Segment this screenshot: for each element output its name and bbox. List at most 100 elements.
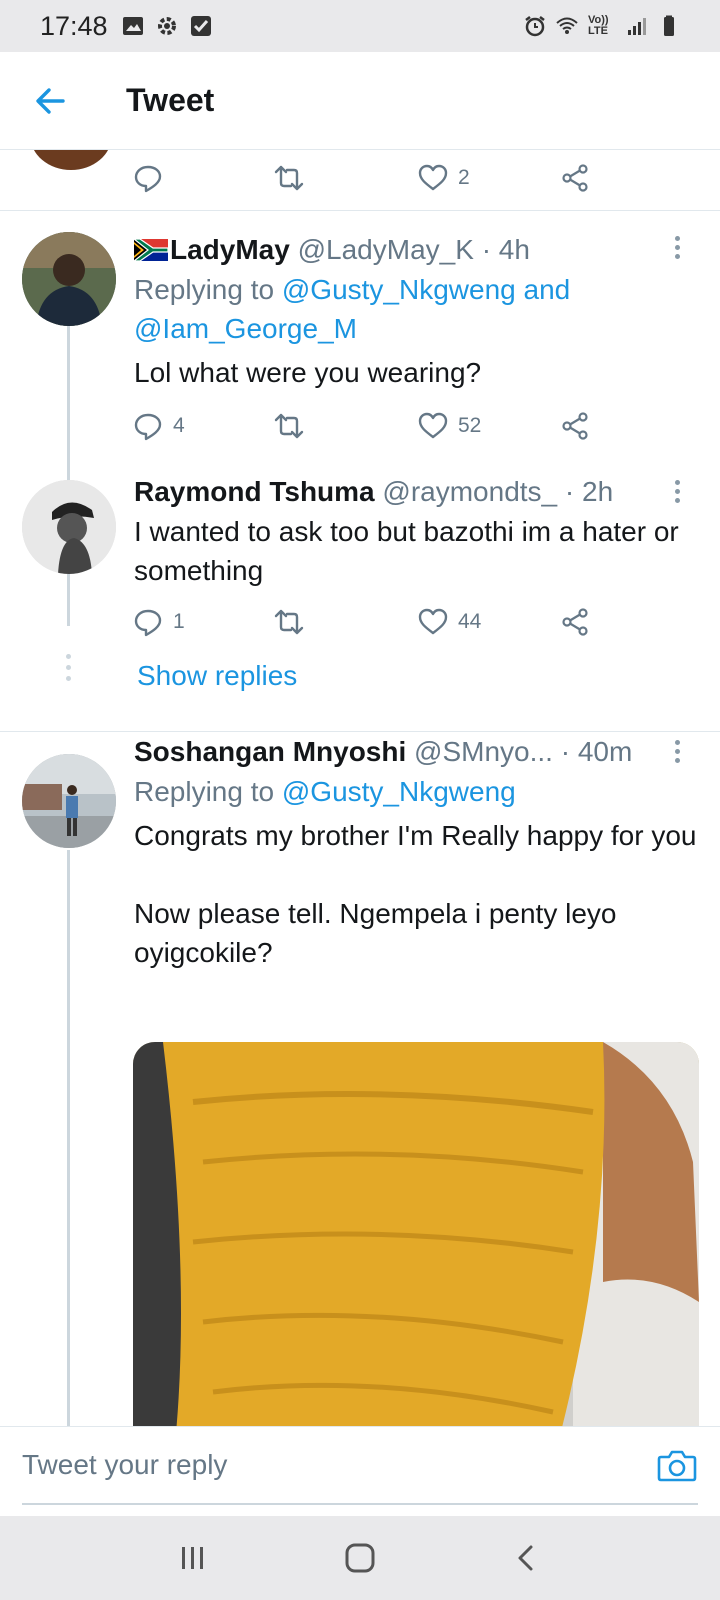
thread-more-dots [66, 654, 71, 687]
divider [0, 731, 720, 732]
camera-button[interactable] [656, 1445, 698, 1487]
reply-button[interactable] [133, 158, 163, 198]
replying-to: Replying to @Gusty_Nkgweng and @Iam_Geor… [134, 270, 694, 348]
retweet-icon [274, 413, 304, 439]
avatar-photo [22, 480, 116, 574]
tweet-actions-previous: 2 [0, 158, 720, 198]
tweet-text: Congrats my brother I'm Really happy for… [134, 820, 697, 968]
reply-count: 1 [173, 610, 185, 633]
app-header: Tweet [0, 52, 720, 150]
tweet-media-image[interactable] [133, 1042, 699, 1426]
recents-button[interactable] [163, 1528, 223, 1588]
share-button[interactable] [560, 158, 590, 198]
back-button[interactable] [20, 71, 80, 131]
status-system-icons: Vo)) LTE [524, 15, 680, 37]
tweet-time: · 4h [481, 234, 530, 265]
home-icon [345, 1543, 375, 1573]
author-handle[interactable]: @SMnyo... [414, 736, 553, 767]
system-nav-bar [0, 1516, 720, 1600]
settings-gear-icon [157, 17, 176, 35]
tweet-time: · 40m [560, 736, 633, 767]
like-button[interactable]: 2 [418, 158, 470, 198]
reply-icon [134, 165, 162, 193]
divider [0, 210, 720, 211]
tweet-time: · 2h [564, 476, 614, 507]
replying-prefix: Replying to [134, 776, 282, 807]
reply-input[interactable] [22, 1427, 622, 1503]
retweet-button[interactable] [274, 406, 304, 446]
tweet-actions: 1 44 [0, 602, 720, 642]
share-icon [562, 412, 588, 440]
tweet-header: Raymond Tshuma @raymondts_ · 2h [134, 474, 660, 510]
tweet-actions: 4 52 [0, 406, 720, 446]
like-count: 2 [458, 166, 470, 189]
author-handle[interactable]: @raymondts_ [382, 476, 557, 507]
avatar-photo [22, 754, 116, 848]
reply-composer [0, 1426, 720, 1516]
back-nav-icon [518, 1545, 533, 1571]
author-name[interactable]: Raymond Tshuma [134, 476, 375, 507]
retweet-icon [274, 165, 304, 191]
status-bar: 17:48 Vo)) LTE [0, 0, 720, 52]
input-underline [22, 1503, 698, 1505]
like-count: 52 [458, 414, 482, 437]
gallery-icon [122, 17, 143, 35]
avatar-soshangan[interactable] [22, 754, 116, 848]
heart-icon [418, 164, 448, 191]
share-button[interactable] [560, 602, 590, 642]
more-options-button[interactable] [662, 736, 692, 766]
page-title: Tweet [126, 82, 215, 118]
reply-count: 4 [173, 414, 185, 437]
retweet-icon [274, 609, 304, 635]
camera-icon [657, 1450, 697, 1482]
reply-button[interactable]: 1 [133, 602, 185, 642]
author-handle[interactable]: @LadyMay_K [298, 234, 474, 265]
status-notification-icons [122, 15, 212, 37]
thread-connector [67, 326, 70, 626]
more-options-button[interactable] [662, 476, 692, 506]
share-icon [562, 608, 588, 636]
share-button[interactable] [560, 406, 590, 446]
tweet-thread[interactable]: 2 LadyMay @LadyMay_K · 4h Replying to @G… [0, 150, 720, 1426]
avatar-photo [22, 232, 116, 326]
heart-icon [418, 608, 448, 635]
mention-link[interactable]: @Gusty_Nkgweng [282, 274, 516, 305]
show-replies-link[interactable]: Show replies [137, 660, 297, 692]
like-count: 44 [458, 610, 482, 633]
reply-button[interactable]: 4 [133, 406, 185, 446]
replying-joiner: and [515, 274, 571, 305]
tweet-header: LadyMay @LadyMay_K · 4h [134, 232, 660, 268]
author-name[interactable]: Soshangan Mnyoshi [134, 736, 406, 767]
replying-prefix: Replying to [134, 274, 282, 305]
avatar-raymond[interactable] [22, 480, 116, 574]
replying-to: Replying to @Gusty_Nkgweng [134, 772, 694, 811]
heart-icon [418, 412, 448, 439]
tweet-header: Soshangan Mnyoshi @SMnyo... · 40m [134, 734, 660, 770]
signal-icon [628, 18, 646, 35]
avatar-ladymay[interactable] [22, 232, 116, 326]
home-button[interactable] [330, 1528, 390, 1588]
mention-link[interactable]: @Gusty_Nkgweng [282, 776, 516, 807]
share-icon [562, 164, 588, 192]
reply-icon [134, 609, 162, 637]
thread-connector [67, 850, 70, 1426]
more-options-button[interactable] [662, 232, 692, 262]
reply-icon [134, 413, 162, 441]
battery-icon [664, 15, 674, 36]
mention-link[interactable]: @Iam_George_M [134, 313, 357, 344]
author-name[interactable]: LadyMay [170, 234, 290, 265]
recents-icon [182, 1547, 204, 1569]
like-button[interactable]: 52 [418, 406, 481, 446]
flag-icon [134, 234, 169, 262]
like-button[interactable]: 44 [418, 602, 481, 642]
back-nav-button[interactable] [497, 1528, 557, 1588]
checkbox-icon [190, 16, 211, 36]
retweet-button[interactable] [274, 158, 304, 198]
wifi-icon [556, 17, 578, 34]
alarm-icon [525, 16, 545, 37]
network-type-label: Vo)) LTE [588, 14, 609, 37]
tweet-text: Lol what were you wearing? [134, 357, 482, 388]
status-time: 17:48 [40, 10, 108, 41]
tweet-text: I wanted to ask too but bazothi im a hat… [134, 516, 679, 586]
retweet-button[interactable] [274, 602, 304, 642]
